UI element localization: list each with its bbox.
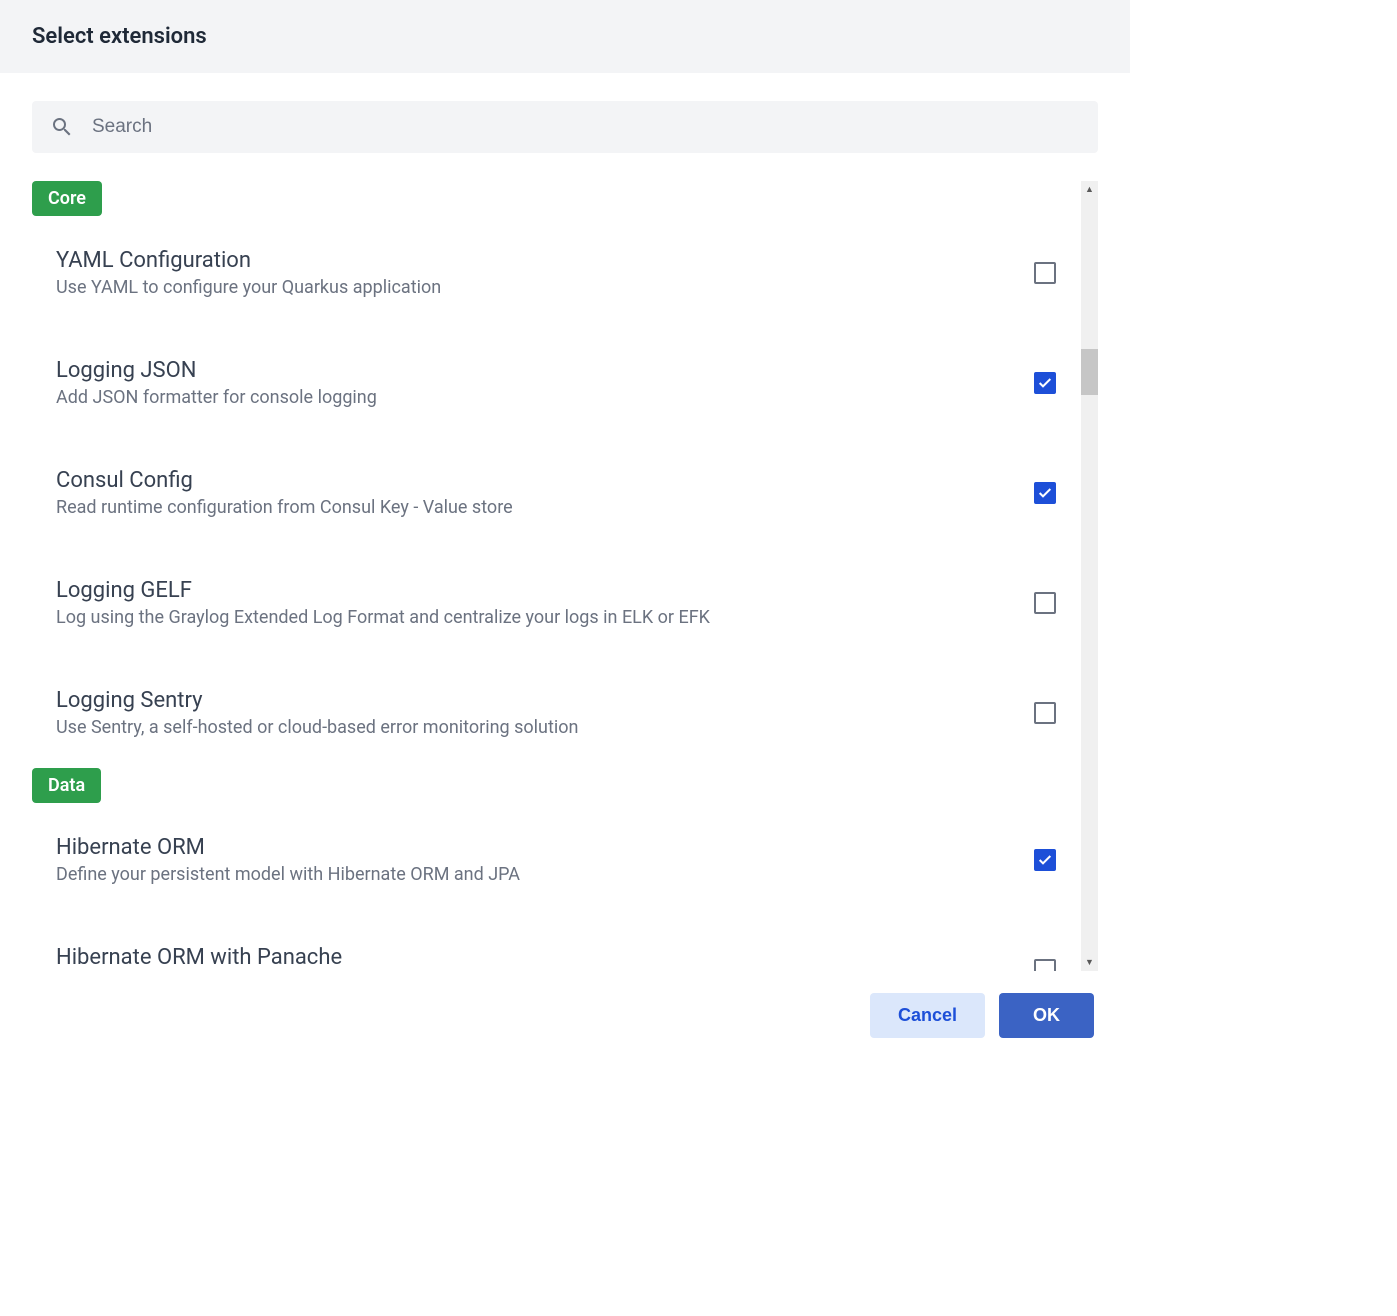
extension-row[interactable]: Logging Sentry Use Sentry, a self-hosted … (32, 658, 1092, 768)
extension-description: Log using the Graylog Extended Log Forma… (56, 607, 1014, 628)
extension-text: Consul Config Read runtime configuration … (56, 468, 1014, 518)
extension-title: Logging Sentry (56, 688, 1014, 713)
extension-checkbox[interactable] (1034, 482, 1056, 504)
extension-text: Hibernate ORM with PanacheSimplify your … (56, 945, 1014, 971)
extension-row[interactable]: Hibernate ORM with PanacheSimplify your … (32, 915, 1092, 971)
extension-title: YAML Configuration (56, 248, 1014, 273)
extension-description: Read runtime configuration from Consul K… (56, 497, 1014, 518)
extension-description: Add JSON formatter for console logging (56, 387, 1014, 408)
extension-text: Logging GELF Log using the Graylog Extend… (56, 578, 1014, 628)
scrollbar-down-arrow[interactable]: ▼ (1081, 954, 1098, 971)
search-bar[interactable] (32, 101, 1098, 153)
scrollbar-up-arrow[interactable]: ▲ (1081, 181, 1098, 198)
scrollbar-thumb[interactable] (1081, 349, 1098, 394)
extension-description: Use YAML to configure your Quarkus appli… (56, 277, 1014, 298)
extension-row[interactable]: YAML Configuration Use YAML to configure … (32, 218, 1092, 328)
extension-text: Hibernate ORM Define your persistent mode… (56, 835, 1014, 885)
dialog-header: Select extensions (0, 0, 1130, 73)
extension-checkbox[interactable] (1034, 372, 1056, 394)
cancel-button[interactable]: Cancel (870, 993, 985, 1038)
scrollbar-track[interactable] (1081, 198, 1098, 954)
extension-checkbox[interactable] (1034, 849, 1056, 871)
ok-button[interactable]: OK (999, 993, 1094, 1038)
extension-row[interactable]: Hibernate ORM Define your persistent mode… (32, 805, 1092, 915)
extension-row[interactable]: Logging JSON Add JSON formatter for conso… (32, 328, 1092, 438)
extension-text: Logging JSON Add JSON formatter for conso… (56, 358, 1014, 408)
search-input[interactable] (92, 116, 1080, 138)
scrollbar[interactable]: ▲ ▼ (1081, 181, 1098, 971)
extension-row[interactable]: Consul Config Read runtime configuration … (32, 438, 1092, 548)
extension-checkbox[interactable] (1034, 262, 1056, 284)
extension-checkbox[interactable] (1034, 702, 1056, 724)
category-badge: Data (32, 768, 101, 803)
scroll-area: Core YAML Configuration Use YAML to config… (32, 181, 1098, 971)
extension-row[interactable]: Logging GELF Log using the Graylog Extend… (32, 548, 1092, 658)
extension-title: Logging JSON (56, 358, 1014, 383)
dialog-title: Select extensions (32, 24, 1098, 49)
extension-checkbox[interactable] (1034, 959, 1056, 971)
dialog-content: Core YAML Configuration Use YAML to config… (0, 73, 1130, 971)
extension-title: Consul Config (56, 468, 1014, 493)
extension-text: Logging Sentry Use Sentry, a self-hosted … (56, 688, 1014, 738)
extension-list[interactable]: Core YAML Configuration Use YAML to config… (32, 181, 1098, 971)
extension-title: Hibernate ORM with Panache (56, 945, 1014, 970)
dialog-footer: Cancel OK (0, 971, 1130, 1064)
extension-title: Hibernate ORM (56, 835, 1014, 860)
extension-description: Use Sentry, a self-hosted or cloud-based… (56, 717, 1014, 738)
extension-description: Define your persistent model with Hibern… (56, 864, 1014, 885)
search-icon (50, 115, 74, 139)
category-badge: Core (32, 181, 102, 216)
extension-checkbox[interactable] (1034, 592, 1056, 614)
select-extensions-dialog: Select extensions Core YAML Configuration… (0, 0, 1130, 1064)
extension-text: YAML Configuration Use YAML to configure … (56, 248, 1014, 298)
extension-title: Logging GELF (56, 578, 1014, 603)
